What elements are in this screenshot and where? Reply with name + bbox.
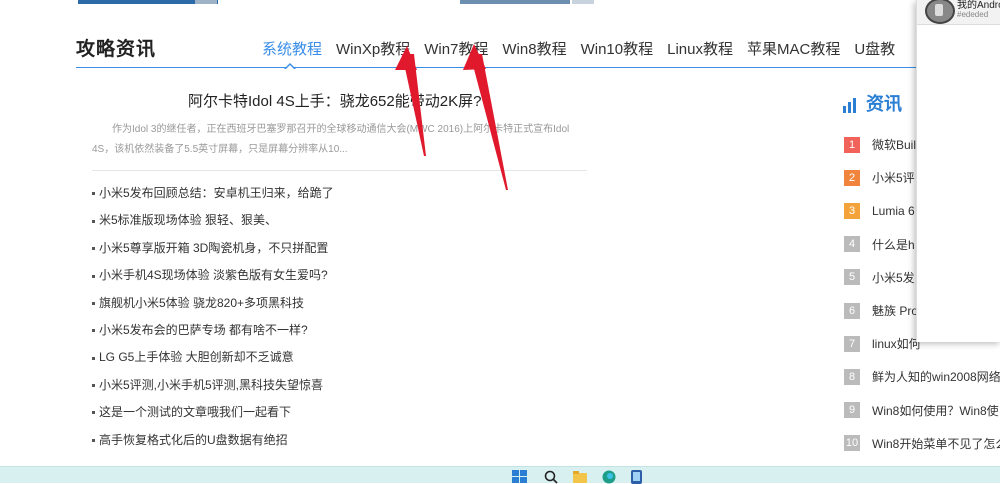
bullet-icon — [92, 274, 95, 278]
list-item[interactable]: 旗舰机小米5体验 骁龙820+多项黑科技 — [92, 290, 334, 317]
list-item[interactable]: 小米5尊享版开箱 3D陶瓷机身，不只拼配置 — [92, 235, 334, 262]
list-item[interactable]: 小米5发布回顾总结：安卓机王归来，给跪了 — [92, 180, 334, 207]
bullet-icon — [92, 411, 95, 415]
rank-badge: 2 — [844, 169, 860, 186]
rank-badge: 6 — [844, 302, 860, 319]
rank-badge: 4 — [844, 236, 860, 253]
rank-link[interactable]: Win8如何使用？Win8使 — [872, 402, 999, 419]
rank-badge: 9 — [844, 402, 860, 419]
list-item[interactable]: 小米手机4S现场体验 淡紫色版有女生爱吗? — [92, 262, 334, 289]
rank-link[interactable]: 鲜为人知的win2008网络 — [872, 368, 1000, 385]
list-item[interactable]: LG G5上手体验 大胆创新却不乏诚意 — [92, 344, 334, 371]
tab-linux[interactable]: Linux教程 — [667, 38, 733, 59]
bar-chart-icon — [843, 98, 856, 114]
section-title: 攻略资讯 — [76, 39, 157, 60]
popup-header: 我的Andro #ededed — [917, 0, 1000, 25]
list-item[interactable]: 小米5发布会的巴萨专场 都有啥不一样? — [92, 317, 334, 344]
rank-badge: 1 — [844, 136, 860, 153]
bullet-icon — [92, 192, 95, 196]
sidebar-title: 资讯 — [842, 90, 902, 116]
article-list: 小米5发布回顾总结：安卓机王归来，给跪了 米5标准版现场体验 狠轻、狠美、 小米… — [92, 180, 334, 454]
rank-link[interactable]: 小米5发 — [872, 269, 915, 286]
article-link[interactable]: 旗舰机小米5体验 骁龙820+多项黑科技 — [99, 296, 304, 310]
header-divider — [76, 67, 916, 68]
rank-item[interactable]: 9 Win8如何使用？Win8使 — [844, 394, 1000, 427]
article-link[interactable]: 小米手机4S现场体验 淡紫色版有女生爱吗? — [99, 268, 328, 282]
rank-badge: 8 — [844, 368, 860, 385]
bullet-icon — [92, 384, 95, 388]
rank-link[interactable]: Win8开始菜单不见了怎么 — [872, 435, 1000, 452]
tab-mac[interactable]: 苹果MAC教程 — [747, 38, 840, 59]
featured-separator — [92, 170, 587, 171]
bullet-icon — [92, 301, 95, 305]
rank-badge: 5 — [844, 269, 860, 286]
article-link[interactable]: 小米5尊享版开箱 3D陶瓷机身，不只拼配置 — [99, 241, 328, 255]
rank-link[interactable]: linux如何 — [872, 335, 921, 352]
popup-subtitle: #ededed — [957, 10, 989, 19]
list-item[interactable]: 高手恢复格式化后的U盘数据有绝招 — [92, 427, 334, 454]
taskbar — [0, 466, 1000, 484]
android-popup-card[interactable]: 我的Andro #ededed — [916, 0, 1000, 342]
article-link[interactable]: 米5标准版现场体验 狠轻、狠美、 — [99, 213, 277, 227]
tab-win8[interactable]: Win8教程 — [502, 38, 566, 59]
bullet-icon — [92, 438, 95, 442]
featured-article-title[interactable]: 阿尔卡特Idol 4S上手：骁龙652能带动2K屏? — [188, 90, 481, 111]
bullet-icon — [92, 219, 95, 223]
rank-badge: 7 — [844, 335, 860, 352]
list-item[interactable]: 这是一个测试的文章哦我们一起看下 — [92, 399, 334, 426]
rank-badge: 10 — [844, 435, 860, 452]
article-link[interactable]: 小米5发布回顾总结：安卓机王归来，给跪了 — [99, 186, 334, 200]
rank-link[interactable]: 什么是h — [872, 236, 915, 253]
tab-winxp[interactable]: WinXp教程 — [336, 38, 410, 59]
active-tab-caret-inner — [285, 65, 295, 70]
tab-win7[interactable]: Win7教程 — [424, 38, 488, 59]
rank-link[interactable]: 小米5评 — [872, 169, 915, 186]
article-link[interactable]: LG G5上手体验 大胆创新却不乏诚意 — [99, 350, 294, 364]
rank-badge: 3 — [844, 202, 860, 219]
bullet-icon — [92, 356, 95, 360]
featured-article-summary: 作为Idol 3的继任者，正在西班牙巴塞罗那召开的全球移动通信大会(MWC 20… — [92, 124, 570, 155]
list-item[interactable]: 小米5评测,小米手机5评测,黑科技失望惊喜 — [92, 372, 334, 399]
bullet-icon — [92, 247, 95, 251]
tab-usb[interactable]: U盘教 — [854, 38, 895, 59]
previous-banner-tag-2 — [572, 0, 594, 4]
article-link[interactable]: 小米5发布会的巴萨专场 都有啥不一样? — [99, 323, 308, 337]
rank-link[interactable]: 微软Buil — [872, 136, 916, 153]
list-item[interactable]: 米5标准版现场体验 狠轻、狠美、 — [92, 207, 334, 234]
phone-avatar-icon — [925, 0, 955, 24]
article-link[interactable]: 小米5评测,小米手机5评测,黑科技失望惊喜 — [99, 378, 323, 392]
rank-link[interactable]: Lumia 6 — [872, 204, 915, 218]
tab-system-tutorials[interactable]: 系统教程 — [262, 38, 322, 59]
article-link[interactable]: 高手恢复格式化后的U盘数据有绝招 — [99, 433, 288, 447]
previous-banner-strip-2 — [460, 0, 570, 4]
previous-banner-tag — [195, 0, 217, 4]
tab-win10[interactable]: Win10教程 — [581, 38, 654, 59]
sidebar-title-text: 资讯 — [866, 94, 902, 114]
article-link[interactable]: 这是一个测试的文章哦我们一起看下 — [99, 405, 291, 419]
bullet-icon — [92, 329, 95, 333]
rank-link[interactable]: 魅族 Pro — [872, 302, 918, 319]
category-tabs: 系统教程 WinXp教程 Win7教程 Win8教程 Win10教程 Linux… — [262, 38, 895, 59]
rank-item[interactable]: 8 鲜为人知的win2008网络 — [844, 360, 1000, 393]
rank-item[interactable]: 10 Win8开始菜单不见了怎么 — [844, 427, 1000, 460]
